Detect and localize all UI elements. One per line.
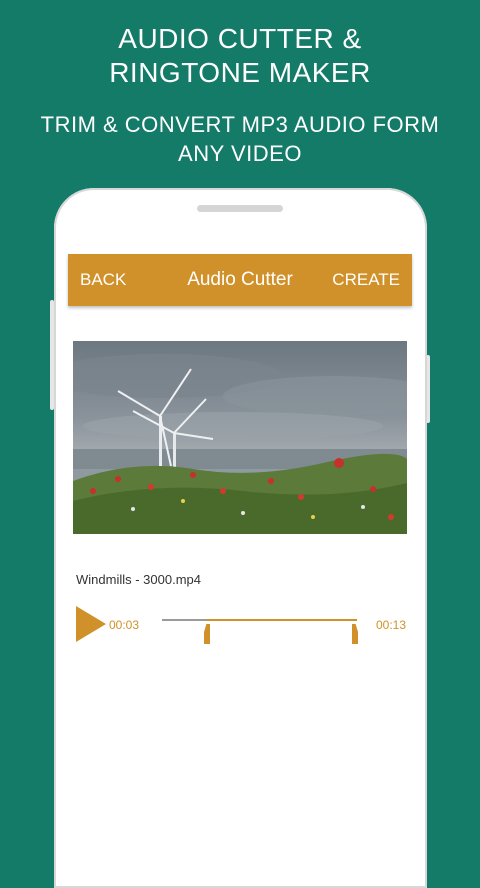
phone-frame: BACK Audio Cutter CREATE Windmills - 300… xyxy=(54,188,427,888)
create-button[interactable]: CREATE xyxy=(332,254,400,306)
end-time: 00:13 xyxy=(376,618,407,632)
trim-start-handle[interactable] xyxy=(204,624,210,644)
promo-title-line-2: RINGTONE MAKER xyxy=(109,57,371,88)
promo-subtitle-line-1: TRIM & CONVERT MP3 AUDIO FORM xyxy=(40,112,440,137)
media-filename: Windmills - 3000.mp4 xyxy=(76,572,201,587)
back-button[interactable]: BACK xyxy=(80,254,126,306)
promo-title: AUDIO CUTTER & RINGTONE MAKER xyxy=(0,22,480,90)
trim-end-handle[interactable] xyxy=(352,624,358,644)
trim-track-excluded xyxy=(162,619,206,621)
start-time: 00:03 xyxy=(109,618,140,632)
play-icon[interactable] xyxy=(76,606,106,642)
app-toolbar: BACK Audio Cutter CREATE xyxy=(68,254,412,306)
promo-title-line-1: AUDIO CUTTER & xyxy=(118,23,362,54)
video-preview[interactable] xyxy=(73,341,407,534)
video-thumbnail-art xyxy=(73,354,407,534)
trim-track[interactable] xyxy=(162,619,357,621)
phone-speaker xyxy=(197,205,283,212)
promo-subtitle: TRIM & CONVERT MP3 AUDIO FORM ANY VIDEO xyxy=(0,110,480,168)
promo-subtitle-line-2: ANY VIDEO xyxy=(178,141,302,166)
